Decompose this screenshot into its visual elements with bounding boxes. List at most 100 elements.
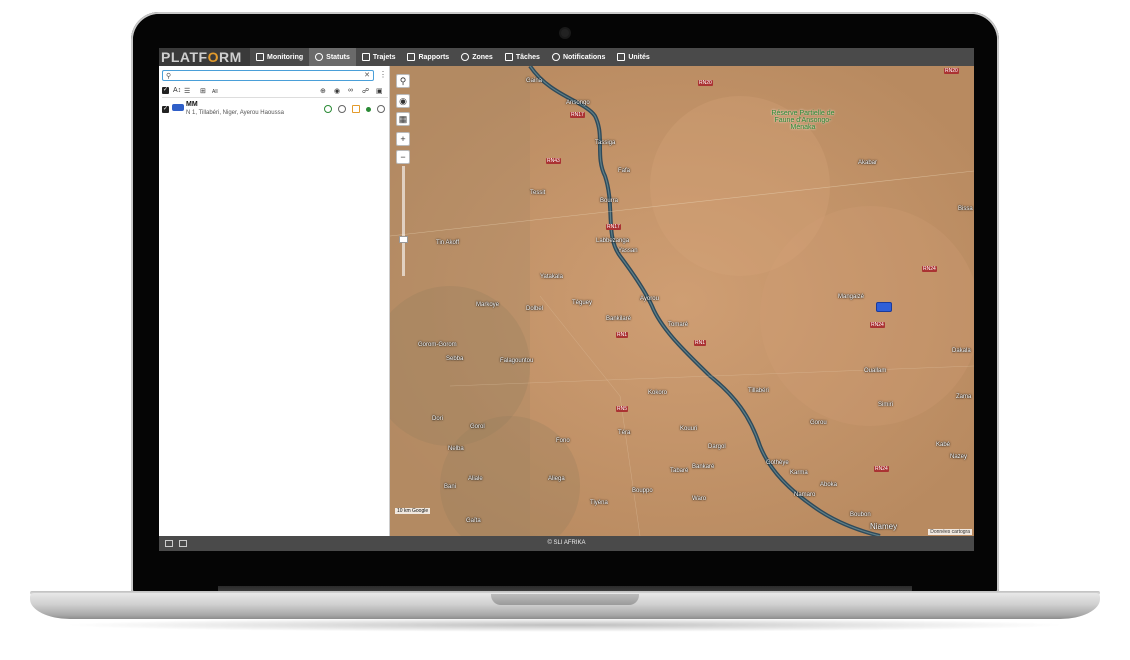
map-label: Aliale xyxy=(468,476,483,482)
road-tag: RN5 xyxy=(616,406,629,412)
unit-checkbox[interactable]: ✓ xyxy=(162,106,169,113)
map-label-niamey: Niamey xyxy=(870,522,898,531)
zones-icon xyxy=(461,53,470,61)
map-label: Mangaizé xyxy=(838,294,865,300)
nav-taches[interactable]: Tâches xyxy=(499,48,546,66)
road-tag: RN43 xyxy=(546,158,561,164)
nav-notifications[interactable]: Notifications xyxy=(546,48,611,66)
nav-statuts[interactable]: Statuts xyxy=(309,48,356,66)
road-tag: RN17 xyxy=(570,112,585,118)
clear-search-icon[interactable]: ✕ xyxy=(364,71,370,79)
sort-az-icon[interactable]: A↕ xyxy=(173,87,181,94)
nav-rapports[interactable]: Rapports xyxy=(401,48,455,66)
zoom-out-button[interactable]: − xyxy=(396,150,410,164)
road-tag: RN24 xyxy=(870,322,885,328)
unit-menu-icon[interactable] xyxy=(377,105,385,113)
toolbar-all-label[interactable]: All xyxy=(212,89,218,95)
map-label: Akabar xyxy=(858,160,878,166)
link-icon[interactable]: ∞ xyxy=(348,87,353,94)
bar-chart-icon xyxy=(256,53,264,61)
nav-trajets[interactable]: Trajets xyxy=(356,48,402,66)
map-label: Yatakala xyxy=(540,274,563,280)
vehicle-marker[interactable] xyxy=(876,302,892,312)
road-tag: RN1 xyxy=(616,332,629,338)
panel-menu-icon[interactable]: ⋮ xyxy=(379,70,387,79)
report-icon xyxy=(407,53,416,61)
map-label: Bankilaré xyxy=(606,316,632,322)
map-label: Gorol xyxy=(470,424,485,430)
map-label: Bani xyxy=(444,484,457,490)
map-label: Ayorou xyxy=(640,296,659,302)
platform-logo[interactable]: PLATFORM xyxy=(159,48,250,66)
map-attribution[interactable]: Données cartogra xyxy=(928,529,972,535)
zoom-in-button[interactable]: + xyxy=(396,132,410,146)
eye-icon[interactable]: ◉ xyxy=(334,87,340,95)
copyright-text: © SLI AFRIKA xyxy=(547,540,586,546)
unit-row[interactable]: ✓ MM N 1, Tillabéri, Niger, Ayerou Haous… xyxy=(162,100,388,119)
select-all-checkbox[interactable]: ✓ xyxy=(162,87,169,94)
unit-search-input[interactable] xyxy=(174,71,359,80)
map-label: Boubon xyxy=(850,512,871,518)
settings-icon[interactable]: ▣ xyxy=(376,87,383,95)
zoom-slider-track[interactable] xyxy=(402,166,405,276)
map-label: Bankaré xyxy=(692,464,715,470)
nav-monitoring[interactable]: Monitoring xyxy=(250,48,309,66)
map-visibility-button[interactable]: ◉ xyxy=(396,94,410,108)
map-label: Dargol xyxy=(708,444,726,450)
main-nav: Monitoring Statuts Trajets Rapports Zone… xyxy=(250,48,656,66)
app-footer: © SLI AFRIKA xyxy=(159,536,974,551)
list-view-icon[interactable]: ☰ xyxy=(184,87,190,95)
add-group-icon[interactable]: ⊞ xyxy=(200,87,206,95)
map-label: Nelba xyxy=(448,446,464,452)
status-icon xyxy=(338,105,346,113)
map-label: Gorou xyxy=(810,420,827,426)
map-label: Nazey xyxy=(950,454,968,460)
zoom-slider-handle[interactable] xyxy=(399,236,408,243)
map-label: Fono xyxy=(556,438,570,444)
online-dot-icon xyxy=(366,107,371,112)
road-tag: RN24 xyxy=(874,466,889,472)
map-label: Simiri xyxy=(878,402,893,408)
map-label: Tiyéna xyxy=(590,500,608,506)
map-label: Gaïta xyxy=(466,518,481,524)
locate-icon[interactable]: ⊕ xyxy=(320,87,326,95)
unit-row-icons xyxy=(324,105,385,113)
map-label: Dori xyxy=(432,416,444,422)
map-label: Sebba xyxy=(446,356,464,362)
road-tag: RN20 xyxy=(698,80,713,86)
footer-layout-icons xyxy=(165,540,187,547)
map-label: Fafa xyxy=(618,168,631,174)
map-view[interactable]: Gaina Ansongo Tassiga Réserve Partielle … xyxy=(390,66,974,536)
nav-unites[interactable]: Unités xyxy=(611,48,655,66)
panel-toolbar: ✓ A↕ ☰ ⊞ All ⊕ ◉ ∞ ☍ ▣ xyxy=(162,86,388,98)
road-tag: RN24 xyxy=(922,266,937,272)
map-label: Falagountou xyxy=(500,358,534,364)
list-toggle-icon[interactable] xyxy=(179,540,187,547)
map-label: Tillabéri xyxy=(748,388,769,394)
map-label: Kouuri xyxy=(680,426,698,432)
units-panel: ⚲ ✕ ⋮ ✓ A↕ ☰ ⊞ All ⊕ ◉ ∞ ☍ ▣ ✓ MM N 1, T… xyxy=(159,66,390,536)
map-search-button[interactable]: ⚲ xyxy=(396,74,410,88)
map-label: Ansongo xyxy=(566,100,590,106)
laptop-notch xyxy=(491,594,639,605)
map-label: Aliega xyxy=(548,476,565,482)
map-layers-button[interactable]: ▦ xyxy=(396,112,410,126)
flag-icon xyxy=(361,53,370,61)
globe-icon xyxy=(315,53,324,61)
map-label: Tomaré xyxy=(668,322,689,328)
panel-toggle-icon[interactable] xyxy=(165,540,173,547)
command-icon[interactable]: ☍ xyxy=(362,87,369,95)
map-label-reserve: Réserve Partielle de Faune d'Ansongo-Mén… xyxy=(771,110,835,131)
laptop-shadow xyxy=(60,618,1070,632)
webcam-icon xyxy=(561,29,569,37)
nav-zones[interactable]: Zones xyxy=(455,48,499,66)
map-label: Tassiga xyxy=(595,140,616,146)
laptop-mockup: PLATFORM Monitoring Statuts Trajets Rapp… xyxy=(0,0,1130,660)
locate-unit-icon[interactable] xyxy=(324,105,332,113)
map-label: Téguey xyxy=(572,300,593,306)
road-tag: RN1 xyxy=(694,340,707,346)
alarm-icon xyxy=(551,53,560,61)
map-label: Labbezanga xyxy=(596,238,630,244)
unit-name: MM xyxy=(186,101,198,108)
map-label: Namaro xyxy=(794,492,816,498)
